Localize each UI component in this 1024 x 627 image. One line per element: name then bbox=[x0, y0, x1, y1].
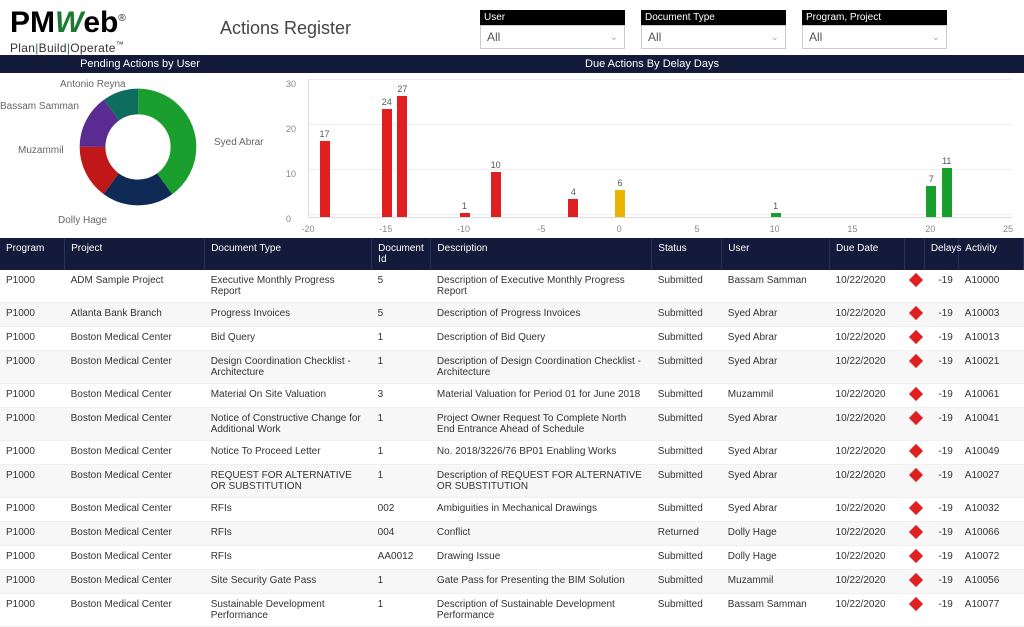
table-row[interactable]: P1000Boston Medical CenterREQUEST FOR AL… bbox=[0, 465, 1024, 498]
column-header[interactable]: Document Id bbox=[372, 238, 431, 270]
column-header[interactable] bbox=[905, 238, 924, 270]
column-header[interactable]: Status bbox=[652, 238, 722, 270]
column-header[interactable]: Delays bbox=[924, 238, 958, 270]
bar-value: 7 bbox=[929, 174, 934, 184]
x-tick: 10 bbox=[770, 224, 780, 234]
column-header[interactable]: Project bbox=[65, 238, 205, 270]
delay-indicator-icon bbox=[909, 354, 923, 368]
donut-title: Pending Actions by User bbox=[0, 55, 280, 73]
y-tick: 10 bbox=[286, 169, 296, 179]
delay-indicator-icon bbox=[909, 387, 923, 401]
x-tick: 15 bbox=[847, 224, 857, 234]
x-tick: 5 bbox=[694, 224, 699, 234]
delay-indicator-icon bbox=[909, 501, 923, 515]
column-header[interactable]: Due Date bbox=[830, 238, 905, 270]
delay-indicator-icon bbox=[909, 468, 923, 482]
column-header[interactable]: Description bbox=[431, 238, 652, 270]
donut-label: Bassam Samman bbox=[0, 101, 79, 112]
column-header[interactable]: Activity bbox=[959, 238, 1024, 270]
x-tick: -15 bbox=[379, 224, 392, 234]
filter-user-label: User bbox=[480, 10, 625, 25]
column-header[interactable]: User bbox=[722, 238, 830, 270]
x-tick: -5 bbox=[537, 224, 545, 234]
donut-chart: Antonio Reyna Bassam Samman Muzammil Dol… bbox=[0, 73, 280, 238]
x-tick: 25 bbox=[1003, 224, 1013, 234]
filter-doctype-dropdown[interactable]: All ⌄ bbox=[641, 25, 786, 49]
table-row[interactable]: P1000ADM Sample ProjectExecutive Monthly… bbox=[0, 270, 1024, 303]
table-row[interactable]: P1000Boston Medical CenterBid Query1Desc… bbox=[0, 327, 1024, 351]
filter-program-dropdown[interactable]: All ⌄ bbox=[802, 25, 947, 49]
donut-label: Syed Abrar bbox=[214, 137, 263, 148]
bar-chart: 172427110461711 0102030-20-15-10-5051015… bbox=[280, 73, 1024, 238]
bar bbox=[491, 172, 501, 217]
actions-table: ProgramProjectDocument TypeDocument IdDe… bbox=[0, 238, 1024, 627]
table-row[interactable]: P1000Boston Medical CenterMaterial On Si… bbox=[0, 384, 1024, 408]
page-title: Actions Register bbox=[220, 6, 480, 39]
y-tick: 0 bbox=[286, 214, 291, 224]
delay-indicator-icon bbox=[909, 549, 923, 563]
table-row[interactable]: P1000Boston Medical CenterNotice of Cons… bbox=[0, 408, 1024, 441]
donut-label: Antonio Reyna bbox=[60, 79, 126, 90]
bar bbox=[397, 96, 407, 218]
logo-tagline: Plan|Build|Operate™ bbox=[10, 40, 220, 55]
table-row[interactable]: P1000Atlanta Bank BranchProgress Invoice… bbox=[0, 303, 1024, 327]
bar-value: 1 bbox=[773, 201, 778, 211]
delay-indicator-icon bbox=[909, 273, 923, 287]
bar bbox=[320, 141, 330, 218]
x-tick: -10 bbox=[457, 224, 470, 234]
table-row[interactable]: P1000Boston Medical CenterDesign Coordin… bbox=[0, 351, 1024, 384]
delay-indicator-icon bbox=[909, 597, 923, 611]
delay-indicator-icon bbox=[909, 444, 923, 458]
filter-user-dropdown[interactable]: All ⌄ bbox=[480, 25, 625, 49]
x-tick: -20 bbox=[301, 224, 314, 234]
bar-value: 10 bbox=[491, 160, 501, 170]
donut-label: Dolly Hage bbox=[58, 215, 107, 226]
table-row[interactable]: P1000Boston Medical CenterSite Security … bbox=[0, 570, 1024, 594]
table-row[interactable]: P1000Boston Medical CenterRFIs002Ambigui… bbox=[0, 498, 1024, 522]
filter-doctype-value: All bbox=[648, 30, 661, 44]
chevron-down-icon: ⌄ bbox=[932, 32, 940, 43]
delay-indicator-icon bbox=[909, 525, 923, 539]
x-tick: 0 bbox=[617, 224, 622, 234]
filter-user-value: All bbox=[487, 30, 500, 44]
bar-value: 4 bbox=[571, 187, 576, 197]
table-row[interactable]: P1000Boston Medical CenterRFIs004Conflic… bbox=[0, 522, 1024, 546]
delay-indicator-icon bbox=[909, 411, 923, 425]
table-row[interactable]: P1000Boston Medical CenterRFIsAA0012Draw… bbox=[0, 546, 1024, 570]
column-header[interactable]: Document Type bbox=[205, 238, 372, 270]
bar bbox=[568, 199, 578, 217]
bar bbox=[926, 186, 936, 218]
app-logo: PMWeb® Plan|Build|Operate™ bbox=[10, 6, 220, 55]
filter-program-value: All bbox=[809, 30, 822, 44]
bar bbox=[615, 190, 625, 217]
bar-value: 24 bbox=[382, 97, 392, 107]
column-header[interactable]: Program bbox=[0, 238, 65, 270]
bar bbox=[382, 109, 392, 217]
filter-program-label: Program, Project bbox=[802, 10, 947, 25]
donut-label: Muzammil bbox=[18, 145, 64, 156]
chevron-down-icon: ⌄ bbox=[771, 32, 779, 43]
filter-doctype-label: Document Type bbox=[641, 10, 786, 25]
y-tick: 30 bbox=[286, 79, 296, 89]
x-tick: 20 bbox=[925, 224, 935, 234]
table-row[interactable]: P1000Boston Medical CenterNotice To Proc… bbox=[0, 441, 1024, 465]
table-row[interactable]: P1000Boston Medical CenterSustainable De… bbox=[0, 594, 1024, 627]
delay-indicator-icon bbox=[909, 330, 923, 344]
chevron-down-icon: ⌄ bbox=[610, 32, 618, 43]
y-tick: 20 bbox=[286, 124, 296, 134]
bar bbox=[942, 168, 952, 218]
bar-title: Due Actions By Delay Days bbox=[280, 55, 1024, 73]
delay-indicator-icon bbox=[909, 573, 923, 587]
bar-value: 17 bbox=[320, 129, 330, 139]
delay-indicator-icon bbox=[909, 306, 923, 320]
bar-value: 11 bbox=[942, 156, 951, 166]
bar-value: 6 bbox=[618, 178, 623, 188]
bar-value: 27 bbox=[397, 84, 407, 94]
bar-value: 1 bbox=[462, 201, 467, 211]
bar bbox=[460, 213, 470, 218]
bar bbox=[771, 213, 781, 218]
